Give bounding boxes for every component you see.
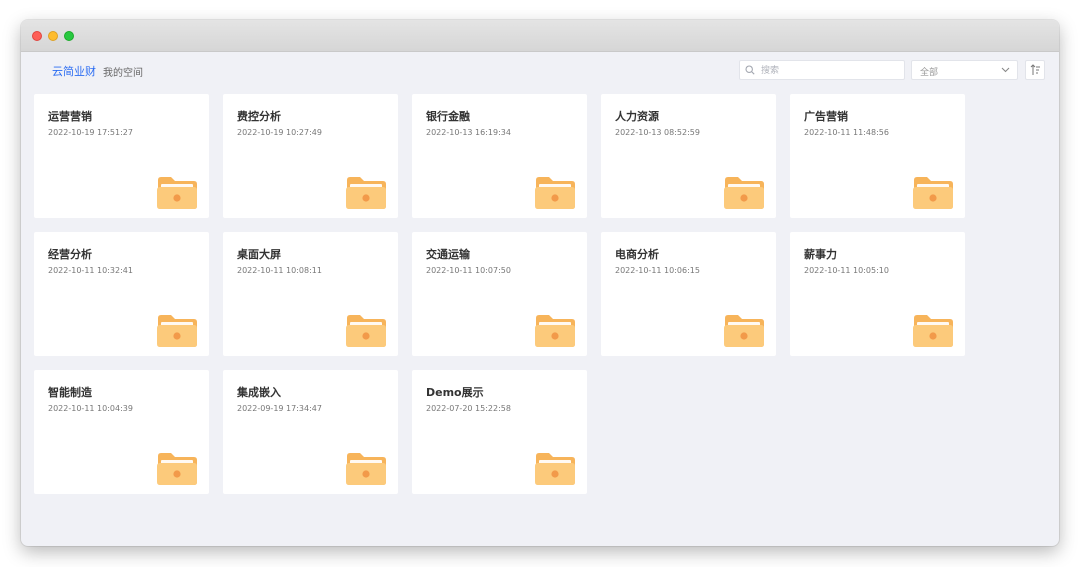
folder-timestamp: 2022-10-19 10:27:49 xyxy=(237,128,322,137)
folder-icon xyxy=(345,314,387,352)
folder-name: 银行金融 xyxy=(426,110,470,123)
folder-card[interactable]: 薪事力 2022-10-11 10:05:10 xyxy=(790,232,965,356)
folder-icon xyxy=(534,452,576,490)
folder-timestamp: 2022-10-19 17:51:27 xyxy=(48,128,133,137)
minimize-window-button[interactable] xyxy=(48,31,58,41)
folder-timestamp: 2022-07-20 15:22:58 xyxy=(426,404,511,413)
folder-card[interactable]: 交通运输 2022-10-11 10:07:50 xyxy=(412,232,587,356)
sort-icon xyxy=(1030,64,1040,75)
folder-icon xyxy=(345,176,387,214)
title-bar xyxy=(21,20,1059,52)
folder-card[interactable]: 广告营销 2022-10-11 11:48:56 xyxy=(790,94,965,218)
folder-card[interactable]: 集成嵌入 2022-09-19 17:34:47 xyxy=(223,370,398,494)
brand-link[interactable]: 云简业财 xyxy=(52,63,96,79)
folder-name: 交通运输 xyxy=(426,248,470,261)
folder-timestamp: 2022-10-13 08:52:59 xyxy=(615,128,700,137)
filter-select[interactable]: 全部 xyxy=(911,60,1018,80)
filter-select-value: 全部 xyxy=(920,68,939,78)
folder-timestamp: 2022-10-11 10:08:11 xyxy=(237,266,322,275)
folder-timestamp: 2022-10-11 10:05:10 xyxy=(804,266,889,275)
folder-name: 运营营销 xyxy=(48,110,92,123)
folder-card[interactable]: 桌面大屏 2022-10-11 10:08:11 xyxy=(223,232,398,356)
maximize-window-button[interactable] xyxy=(64,31,74,41)
app-window: 云简业财 我的空间 全部 运营营销2022-10-19 17 xyxy=(21,20,1059,546)
folder-name: 经营分析 xyxy=(48,248,92,261)
folder-timestamp: 2022-10-11 10:07:50 xyxy=(426,266,511,275)
close-window-button[interactable] xyxy=(32,31,42,41)
search-box[interactable] xyxy=(739,60,905,80)
folder-name: 电商分析 xyxy=(615,248,659,261)
folder-card[interactable]: 经营分析 2022-10-11 10:32:41 xyxy=(34,232,209,356)
folder-name: 广告营销 xyxy=(804,110,848,123)
folder-icon xyxy=(912,314,954,352)
folder-card[interactable]: 电商分析 2022-10-11 10:06:15 xyxy=(601,232,776,356)
folder-card[interactable]: 智能制造 2022-10-11 10:04:39 xyxy=(34,370,209,494)
folder-icon xyxy=(534,176,576,214)
toolbar: 云简业财 我的空间 全部 xyxy=(21,52,1059,92)
chevron-down-icon xyxy=(1001,67,1010,73)
folder-icon xyxy=(723,314,765,352)
folder-card[interactable]: Demo展示 2022-07-20 15:22:58 xyxy=(412,370,587,494)
sort-button[interactable] xyxy=(1025,60,1045,80)
folder-timestamp: 2022-10-11 10:06:15 xyxy=(615,266,700,275)
folder-name: 费控分析 xyxy=(237,110,281,123)
folder-name: 集成嵌入 xyxy=(237,386,281,399)
folder-icon xyxy=(912,176,954,214)
folder-icon xyxy=(156,176,198,214)
search-icon xyxy=(745,65,755,75)
folder-timestamp: 2022-09-19 17:34:47 xyxy=(237,404,322,413)
folder-card[interactable]: 运营营销 2022-10-19 17:51:27 xyxy=(34,94,209,218)
folder-icon xyxy=(723,176,765,214)
folder-name: 薪事力 xyxy=(804,248,837,261)
breadcrumb-my-space: 我的空间 xyxy=(103,68,143,79)
folder-icon xyxy=(534,314,576,352)
folder-timestamp: 2022-10-13 16:19:34 xyxy=(426,128,511,137)
folder-card[interactable]: 银行金融 2022-10-13 16:19:34 xyxy=(412,94,587,218)
folder-card[interactable]: 人力资源 2022-10-13 08:52:59 xyxy=(601,94,776,218)
folder-name: 智能制造 xyxy=(48,386,92,399)
folder-timestamp: 2022-10-11 10:04:39 xyxy=(48,404,133,413)
folder-name: 桌面大屏 xyxy=(237,248,281,261)
folder-timestamp: 2022-10-11 11:48:56 xyxy=(804,128,889,137)
folder-icon xyxy=(345,452,387,490)
folder-icon xyxy=(156,452,198,490)
folder-card[interactable]: 费控分析 2022-10-19 10:27:49 xyxy=(223,94,398,218)
folder-icon xyxy=(156,314,198,352)
folder-name: Demo展示 xyxy=(426,386,484,399)
folder-name: 人力资源 xyxy=(615,110,659,123)
search-input[interactable] xyxy=(761,63,899,78)
folder-timestamp: 2022-10-11 10:32:41 xyxy=(48,266,133,275)
